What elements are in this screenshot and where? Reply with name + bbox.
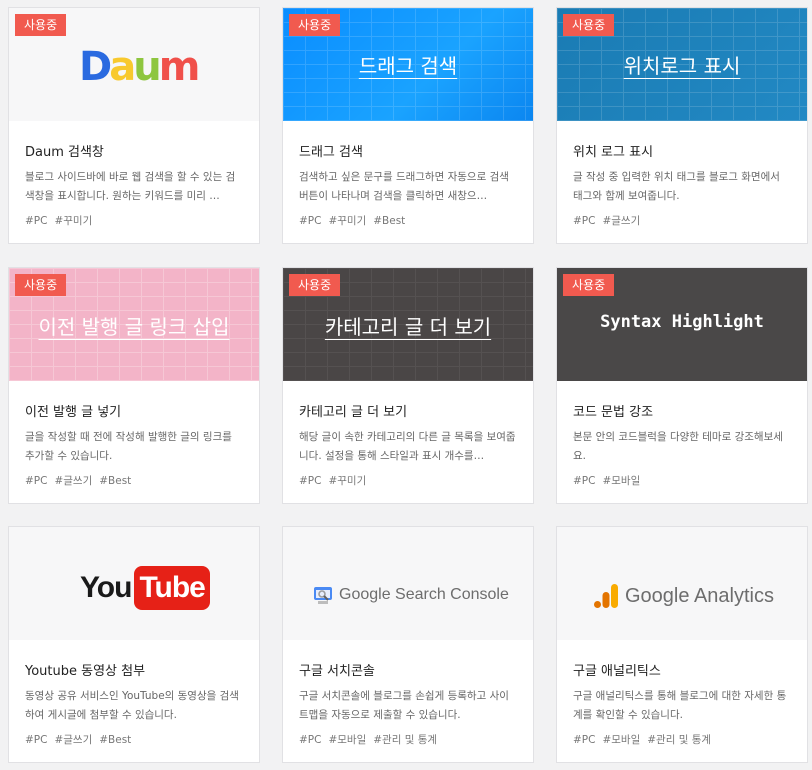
tag: #모바일: [602, 475, 641, 487]
tag: #관리 및 통계: [373, 734, 438, 746]
card-description: 해당 글이 속한 카테고리의 다른 글 목록을 보여줍니다. 설정을 통해 스타…: [299, 431, 516, 462]
tag: #관리 및 통계: [647, 734, 712, 746]
card-tags: #PC #모바일 #관리 및 통계: [299, 732, 517, 747]
card-title: 이전 발행 글 넣기: [25, 405, 122, 420]
tag: #Best: [99, 475, 132, 487]
tag: #꾸미기: [328, 475, 367, 487]
card-tags: #PC #꾸미기: [25, 213, 243, 228]
card-thumbnail: 사용중 Syntax Highlight: [557, 268, 807, 381]
card-tags: #PC #글쓰기 #Best: [25, 732, 243, 747]
card-description: 본문 안의 코드블럭을 다양한 테마로 강조해보세요.: [573, 431, 783, 462]
card-thumbnail: 사용중 Daum: [9, 8, 259, 121]
tag: #PC: [25, 475, 48, 487]
tag: #PC: [25, 215, 48, 227]
card-description: 구글 서치콘솔에 블로그를 손쉽게 등록하고 사이트맵을 자동으로 제출할 수 …: [299, 690, 509, 721]
card-description: 구글 애널리틱스를 통해 블로그에 대한 자세한 통계를 확인할 수 있습니다.: [573, 690, 787, 721]
card-tags: #PC #모바일 #관리 및 통계: [573, 732, 791, 747]
card-title: 위치 로그 표시: [573, 145, 654, 160]
card-description: 글 작성 중 입력한 위치 태그를 블로그 화면에서 태그와 함께 보여줍니다.: [573, 171, 780, 202]
card-tags: #PC #꾸미기 #Best: [299, 213, 517, 228]
card-title: 구글 서치콘솔: [299, 664, 375, 679]
in-use-badge: 사용중: [563, 274, 615, 296]
tag: #PC: [299, 215, 322, 227]
plugin-card-drag-search[interactable]: 사용중 드래그 검색 드래그 검색 검색하고 싶은 문구를 드래그하면 자동으로…: [282, 7, 534, 244]
card-title: Daum 검색창: [25, 145, 104, 160]
card-description: 글을 작성할 때 전에 작성해 발행한 글의 링크를 추가할 수 있습니다.: [25, 431, 232, 462]
card-title: 코드 문법 강조: [573, 405, 654, 420]
plugin-card-location-log[interactable]: 사용중 위치로그 표시 위치 로그 표시 글 작성 중 입력한 위치 태그를 블…: [556, 7, 808, 244]
daum-logo: Daum: [79, 44, 200, 90]
thumbnail-title: 위치로그 표시: [623, 54, 741, 78]
plugin-card-daum-search[interactable]: 사용중 Daum Daum 검색창 블로그 사이드바에 바로 웹 검색을 할 수…: [8, 7, 260, 244]
card-thumbnail: 사용중 드래그 검색: [283, 8, 533, 121]
tag: #PC: [573, 734, 596, 746]
card-description: 검색하고 싶은 문구를 드래그하면 자동으로 검색 버튼이 나타나며 검색을 클…: [299, 171, 509, 202]
tag: #PC: [25, 734, 48, 746]
tag: #글쓰기: [602, 215, 641, 227]
thumbnail-title: Syntax Highlight: [600, 312, 764, 332]
tag: #꾸미기: [54, 215, 93, 227]
in-use-badge: 사용중: [289, 14, 341, 36]
plugin-card-previous-post[interactable]: 사용중 이전 발행 글 링크 삽입 이전 발행 글 넣기 글을 작성할 때 전에…: [8, 267, 260, 504]
plugin-card-google-analytics[interactable]: Google Analytics 구글 애널리틱스 구글 애널리틱스를 통해 블…: [556, 526, 808, 763]
plugin-card-category-more[interactable]: 사용중 카테고리 글 더 보기 카테고리 글 더 보기 해당 글이 속한 카테고…: [282, 267, 534, 504]
in-use-badge: 사용중: [15, 274, 67, 296]
google-search-console-logo: Google Search Console: [313, 585, 509, 605]
plugin-card-google-search-console[interactable]: Google Search Console 구글 서치콘솔 구글 서치콘솔에 블…: [282, 526, 534, 763]
card-title: 카테고리 글 더 보기: [299, 405, 408, 420]
tag: #모바일: [602, 734, 641, 746]
tag: #PC: [299, 734, 322, 746]
tag: #모바일: [328, 734, 367, 746]
plugin-card-syntax-highlight[interactable]: 사용중 Syntax Highlight 코드 문법 강조 본문 안의 코드블럭…: [556, 267, 808, 504]
tag: #PC: [299, 475, 322, 487]
thumbnail-title: 드래그 검색: [358, 54, 458, 78]
tag: #PC: [573, 215, 596, 227]
tag: #글쓰기: [54, 475, 93, 487]
in-use-badge: 사용중: [289, 274, 341, 296]
card-tags: #PC #모바일: [573, 473, 791, 488]
card-thumbnail: Google Search Console: [283, 527, 533, 640]
card-thumbnail: 사용중 이전 발행 글 링크 삽입: [9, 268, 259, 381]
card-thumbnail: 사용중 위치로그 표시: [557, 8, 807, 121]
card-title: 드래그 검색: [299, 145, 363, 160]
tag: #PC: [573, 475, 596, 487]
in-use-badge: 사용중: [563, 14, 615, 36]
tag: #Best: [99, 734, 132, 746]
card-tags: #PC #글쓰기: [573, 213, 791, 228]
tag: #글쓰기: [54, 734, 93, 746]
card-thumbnail: You Tube: [9, 527, 259, 640]
tag: #꾸미기: [328, 215, 367, 227]
search-console-icon: [313, 585, 333, 605]
google-analytics-logo: Google Analytics: [593, 583, 774, 609]
in-use-badge: 사용중: [15, 14, 67, 36]
card-description: 동영상 공유 서비스인 YouTube의 동영상을 검색하여 게시글에 첨부할 …: [25, 690, 239, 721]
card-description: 블로그 사이드바에 바로 웹 검색을 할 수 있는 검색창을 표시합니다. 원하…: [25, 171, 236, 202]
plugin-card-youtube[interactable]: You Tube Youtube 동영상 첨부 동영상 공유 서비스인 YouTu…: [8, 526, 260, 763]
thumbnail-title: 카테고리 글 더 보기: [324, 315, 492, 339]
card-title: 구글 애널리틱스: [573, 664, 661, 679]
card-title: Youtube 동영상 첨부: [25, 664, 146, 679]
youtube-logo: You Tube: [80, 565, 210, 611]
plugin-grid: 사용중 Daum Daum 검색창 블로그 사이드바에 바로 웹 검색을 할 수…: [0, 0, 812, 770]
card-thumbnail: Google Analytics: [557, 527, 807, 640]
card-tags: #PC #글쓰기 #Best: [25, 473, 243, 488]
analytics-bars-icon: [593, 583, 619, 609]
card-tags: #PC #꾸미기: [299, 473, 517, 488]
thumbnail-title: 이전 발행 글 링크 삽입: [38, 315, 230, 339]
tag: #Best: [373, 215, 406, 227]
card-thumbnail: 사용중 카테고리 글 더 보기: [283, 268, 533, 381]
